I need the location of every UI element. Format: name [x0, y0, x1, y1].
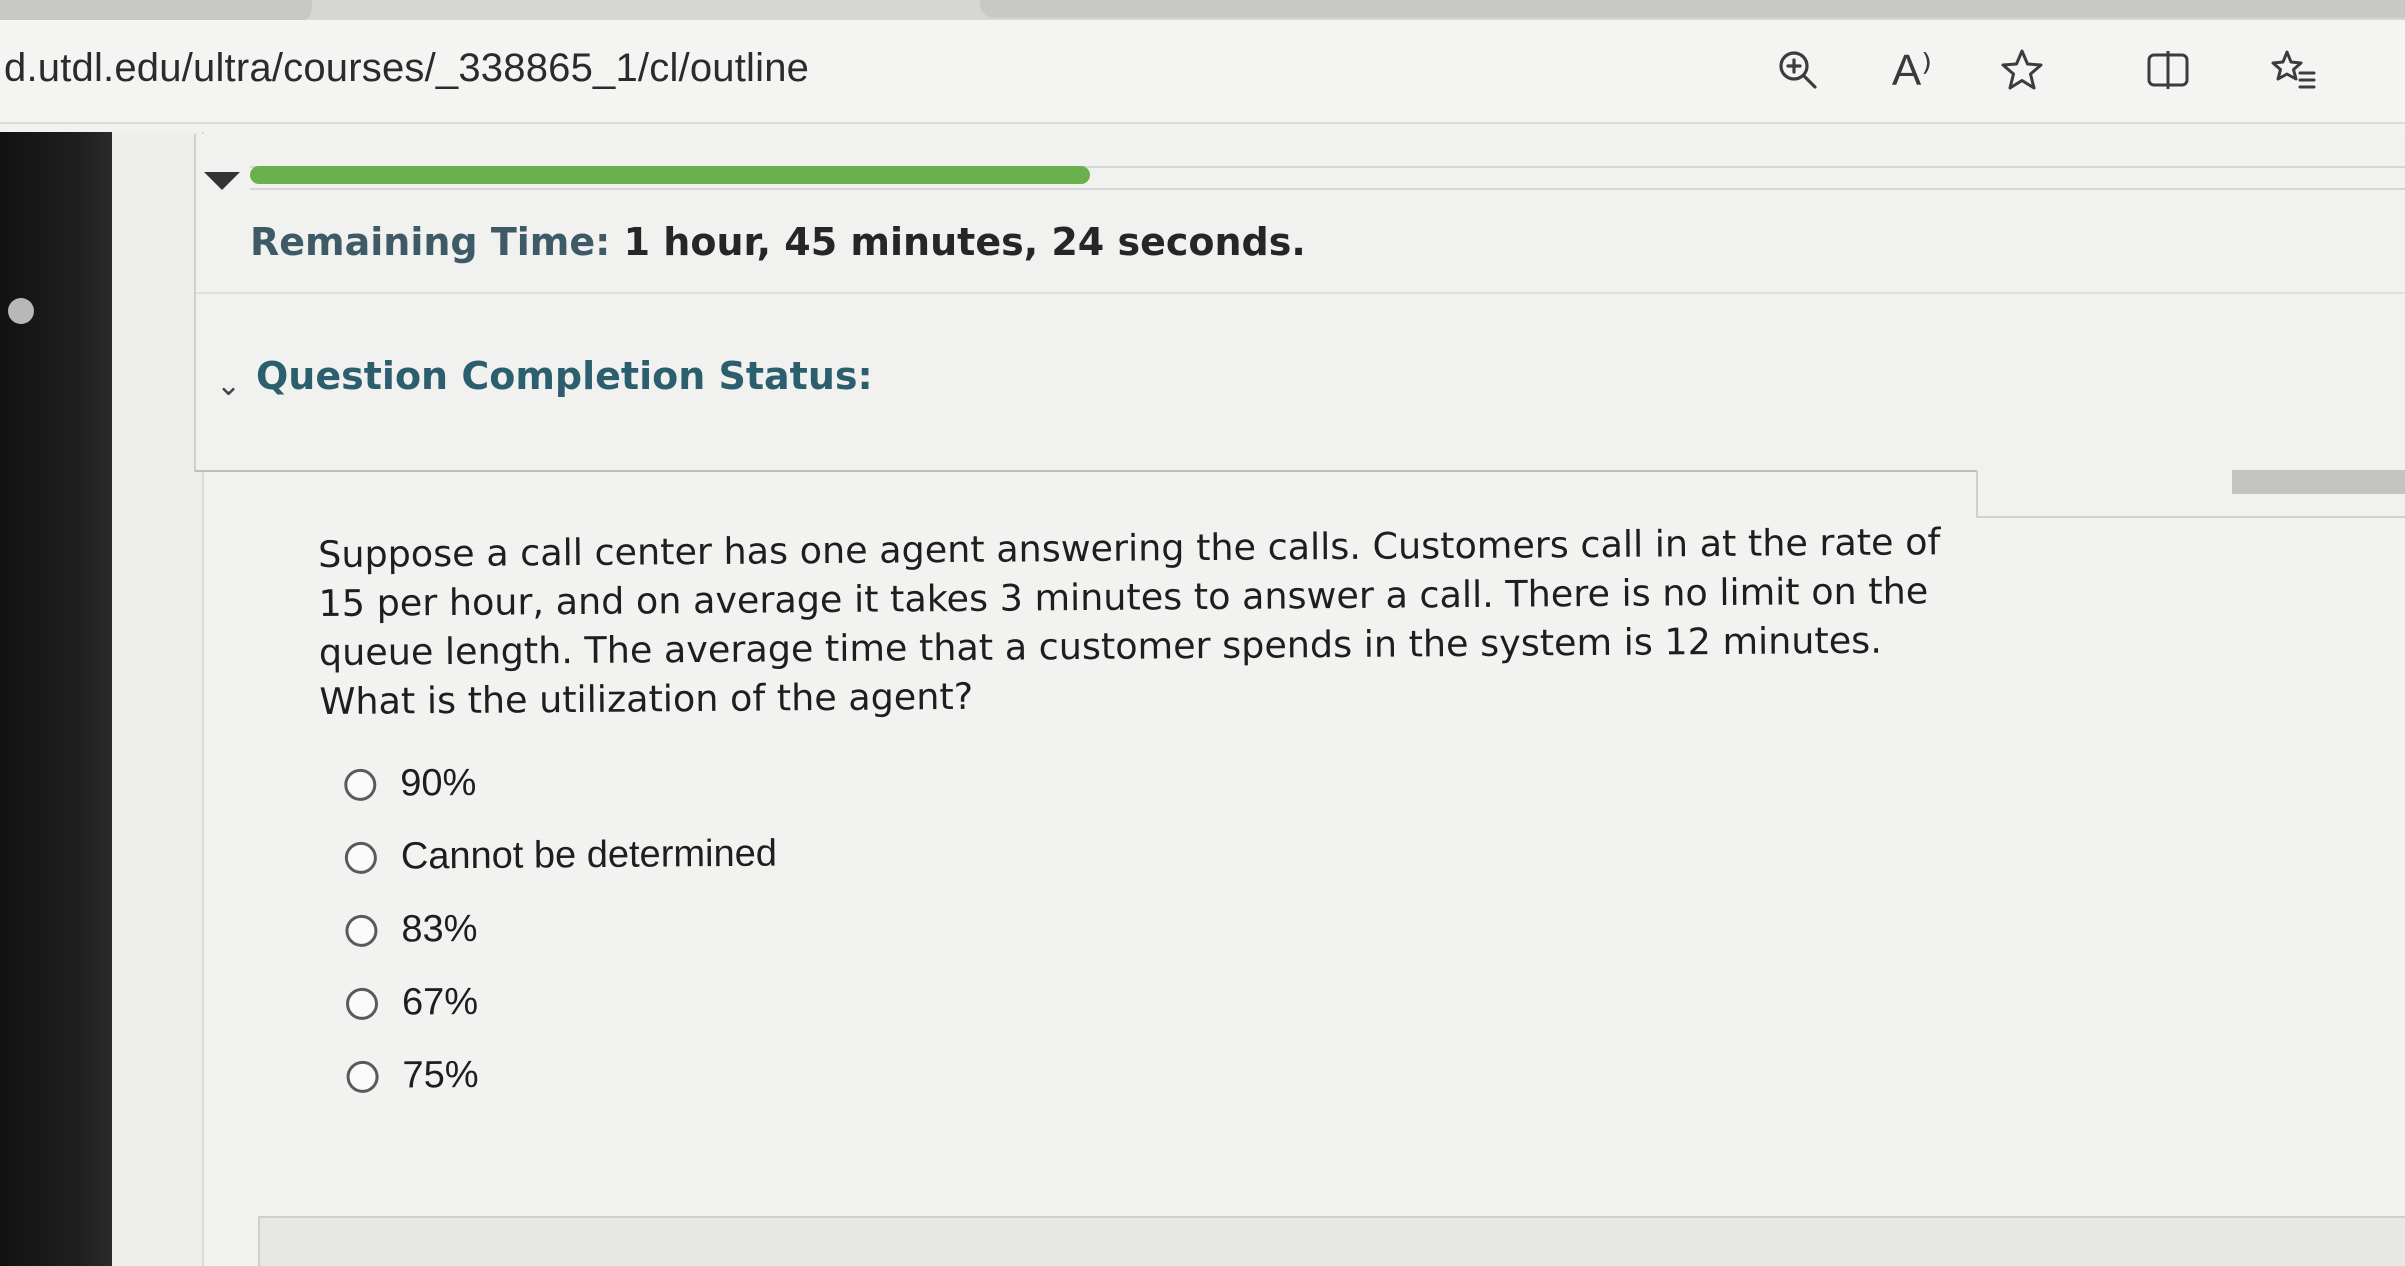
next-question-panel: [258, 1216, 2405, 1266]
answer-label[interactable]: Cannot be determined: [401, 833, 777, 879]
radio-button[interactable]: [344, 768, 377, 801]
answer-option[interactable]: 75%: [346, 1037, 779, 1113]
answer-label[interactable]: 83%: [401, 908, 477, 952]
remaining-time-value: 1 hour, 45 minutes, 24 seconds.: [623, 220, 1306, 264]
double-chevron-down-icon[interactable]: ⌄: [216, 368, 241, 403]
answer-option[interactable]: 67%: [345, 964, 779, 1040]
question-completion-status-toggle[interactable]: Question Completion Status:: [256, 354, 873, 398]
answer-option[interactable]: 90%: [344, 745, 777, 821]
split-screen-icon[interactable]: [2140, 42, 2196, 98]
favorite-star-icon[interactable]: [1994, 42, 2050, 98]
collapse-caret-icon[interactable]: [204, 172, 240, 190]
radio-button[interactable]: [345, 914, 378, 947]
answer-label[interactable]: 90%: [400, 762, 476, 806]
answer-option[interactable]: 83%: [345, 891, 778, 967]
divider: [196, 292, 2405, 294]
content-gutter: [112, 132, 204, 1266]
radio-button[interactable]: [346, 1060, 379, 1093]
panel-tab-fill: [2232, 470, 2405, 494]
read-aloud-glyph: A⁾: [1891, 45, 1933, 95]
browser-tab[interactable]: [0, 0, 312, 22]
answer-label[interactable]: 67%: [402, 981, 478, 1025]
answer-label[interactable]: 75%: [402, 1054, 478, 1098]
read-aloud-icon[interactable]: A⁾: [1884, 42, 1940, 98]
radio-button[interactable]: [345, 987, 379, 1020]
browser-tab-strip-right: [980, 0, 2405, 18]
address-bar[interactable]: d.utdl.edu/ultra/courses/_338865_1/cl/ou…: [0, 20, 2405, 124]
url-text[interactable]: d.utdl.edu/ultra/courses/_338865_1/cl/ou…: [4, 46, 809, 91]
favorites-list-icon[interactable]: [2266, 42, 2322, 98]
question-text: Suppose a call center has one agent answ…: [318, 520, 1941, 723]
answer-option[interactable]: Cannot be determined: [344, 818, 778, 894]
course-sidebar: [0, 132, 112, 1266]
page: d.utdl.edu/ultra/courses/_338865_1/cl/ou…: [0, 0, 2405, 1266]
remaining-time: Remaining Time: 1 hour, 45 minutes, 24 s…: [250, 220, 1306, 264]
radio-button[interactable]: [344, 841, 377, 874]
progress-bar: [250, 166, 1090, 184]
answer-options: 90% Cannot be determined 83% 67% 75%: [344, 745, 779, 1113]
zoom-in-icon[interactable]: [1770, 42, 1826, 98]
remaining-time-label: Remaining Time:: [250, 220, 611, 264]
sidebar-indicator-icon: [8, 298, 34, 324]
